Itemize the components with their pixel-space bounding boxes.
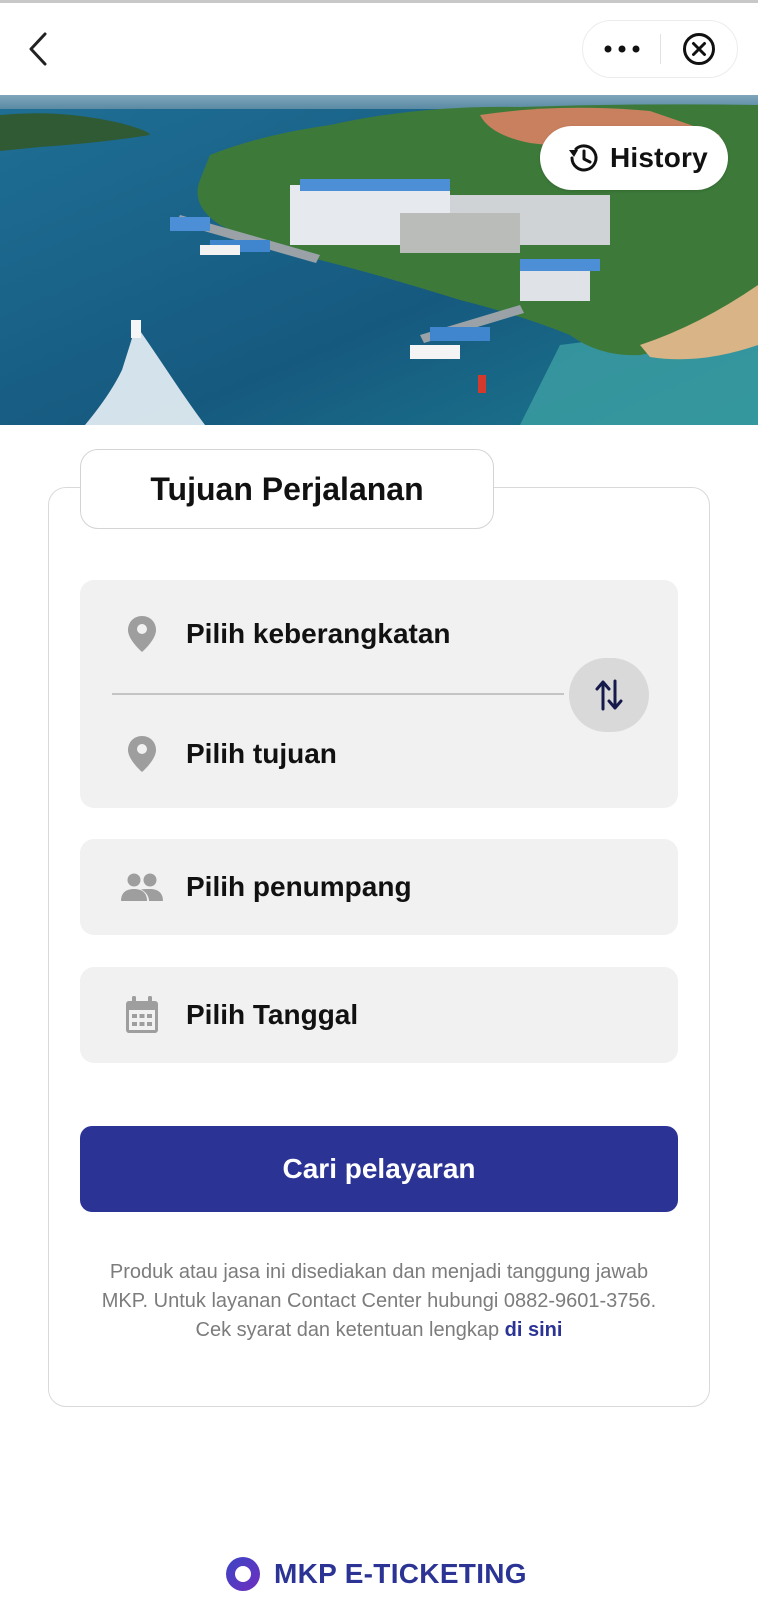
close-circle-icon <box>682 33 715 65</box>
people-icon <box>121 873 163 901</box>
disclaimer-line-3-prefix: Cek syarat dan ketentuan lengkap <box>195 1319 500 1341</box>
destination-placeholder: Pilih tujuan <box>186 738 337 769</box>
location-pin-icon <box>128 736 156 772</box>
disclaimer-line-1: Produk atau jasa ini disediakan dan menj… <box>109 1261 649 1283</box>
route-divider <box>112 693 564 695</box>
disclaimer-line-3: Cek syarat dan ketentuan lengkap di sini <box>80 1316 678 1345</box>
terms-link[interactable]: di sini <box>505 1319 563 1341</box>
passenger-placeholder: Pilih penumpang <box>186 871 412 902</box>
top-bar <box>0 3 758 95</box>
departure-placeholder: Pilih keberangkatan <box>186 618 451 649</box>
chevron-left-icon <box>29 32 47 66</box>
history-label: History <box>610 142 708 173</box>
search-button-label: Cari pelayaran <box>282 1153 476 1184</box>
more-button[interactable] <box>583 20 660 78</box>
more-horizontal-icon <box>604 45 639 53</box>
brand-name: MKP E-TICKETING <box>274 1558 527 1589</box>
close-button[interactable] <box>661 20 737 78</box>
brand-footer: MKP E-TICKETING <box>224 1554 527 1594</box>
brand-logo-icon <box>226 1557 260 1591</box>
search-voyage-button[interactable]: Cari pelayaran <box>80 1126 678 1212</box>
back-button[interactable] <box>18 25 58 73</box>
date-field[interactable]: Pilih Tanggal <box>80 967 678 1063</box>
mini-program-capsule <box>582 20 738 78</box>
disclaimer-line-2: MKP. Untuk layanan Contact Center hubung… <box>101 1290 657 1312</box>
history-icon <box>569 144 598 172</box>
route-selector: Pilih keberangkatan Pilih tujuan <box>80 580 678 808</box>
date-placeholder: Pilih Tanggal <box>186 999 359 1030</box>
card-title-tab: Tujuan Perjalanan <box>80 449 494 529</box>
form-title: Tujuan Perjalanan <box>150 470 424 507</box>
history-button[interactable]: History <box>540 126 728 190</box>
location-pin-icon <box>128 616 156 652</box>
disclaimer-text: Produk atau jasa ini disediakan dan menj… <box>80 1258 678 1345</box>
calendar-icon <box>126 996 158 1033</box>
destination-field[interactable]: Pilih tujuan <box>80 714 678 794</box>
passenger-field[interactable]: Pilih penumpang <box>80 839 678 935</box>
swap-vertical-icon <box>595 679 623 711</box>
